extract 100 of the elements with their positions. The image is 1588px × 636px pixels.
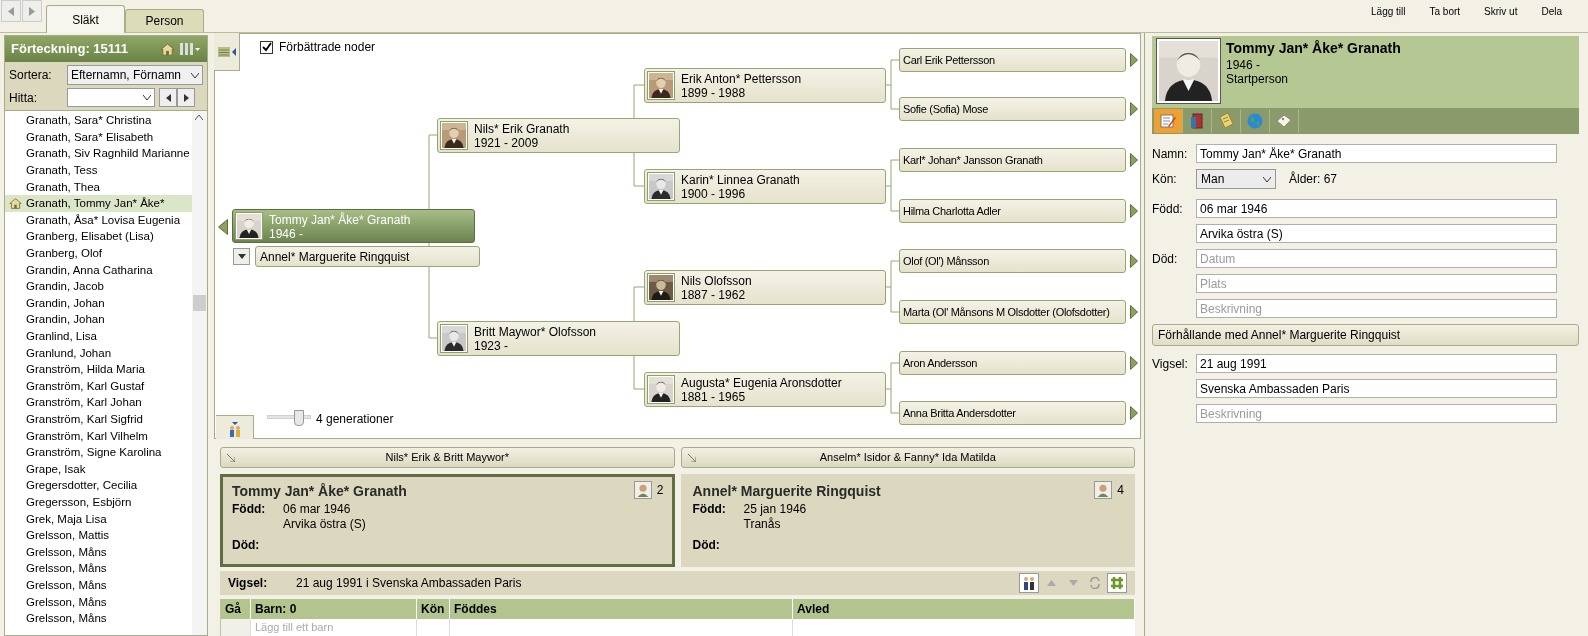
grid-button[interactable] bbox=[1107, 573, 1127, 593]
person-card[interactable]: Tommy Jan* Åke* Granath 2 Född: 06 mar 1946 Arvika östra (S) Död: bbox=[220, 474, 675, 567]
person-list-item[interactable]: Granberg, Olof bbox=[5, 244, 192, 262]
description-field[interactable]: Beskrivning bbox=[1196, 404, 1557, 423]
person-list-item[interactable]: Gregersson, Esbjörn bbox=[5, 493, 192, 511]
person-list-item[interactable]: Granström, Karl Gustaf bbox=[5, 377, 192, 395]
person-list-item[interactable]: Granath, Sara* Christina bbox=[5, 112, 192, 129]
person-node[interactable]: Nils Olofsson 1887 - 1962 bbox=[644, 270, 886, 305]
place-field[interactable]: Arvika östra (S) bbox=[1196, 224, 1557, 243]
person-list-item[interactable]: Grandin, Jacob bbox=[5, 277, 192, 295]
next-button[interactable] bbox=[177, 88, 195, 107]
tab[interactable]: Person bbox=[125, 9, 204, 32]
person-list-item[interactable]: Granström, Hilda Maria bbox=[5, 360, 192, 378]
toolbar-label[interactable]: Lägg till bbox=[1371, 4, 1406, 19]
expand-arrow-icon[interactable] bbox=[1130, 406, 1138, 420]
forward-button[interactable] bbox=[22, 0, 42, 22]
person-list-item[interactable]: Granberg, Elisabet (Lisa) bbox=[5, 228, 192, 245]
person-list-item[interactable]: Granström, Karl Sigfrid bbox=[5, 410, 192, 428]
person-list-item[interactable]: Grelsson, Mattis bbox=[5, 526, 192, 544]
detail-tab[interactable] bbox=[1154, 109, 1183, 133]
side-tab[interactable] bbox=[214, 33, 240, 71]
person-list-item[interactable]: Granath, Åsa* Lovisa Eugenia bbox=[5, 211, 192, 229]
expand-arrow-icon[interactable] bbox=[1130, 204, 1138, 218]
person-list-item[interactable]: Grek, Maja Lisa bbox=[5, 510, 192, 527]
person-list-item[interactable]: Gregersdotter, Cecilia bbox=[5, 477, 192, 494]
person-list-item[interactable]: Granström, Signe Karolina bbox=[5, 443, 192, 461]
person-node[interactable]: Augusta* Eugenia Aronsdotter 1881 - 1965 bbox=[644, 372, 886, 407]
family-view-tab[interactable] bbox=[216, 415, 254, 439]
person-card[interactable]: Annel* Marguerite Ringquist 4 Född: 25 jan 1946 Tranås Död: bbox=[680, 474, 1135, 567]
find-field[interactable] bbox=[67, 88, 155, 107]
person-list-item[interactable]: Grandin, Johan bbox=[5, 311, 192, 328]
checkbox[interactable] bbox=[260, 40, 273, 54]
person-list-item[interactable]: Grelsson, Måns bbox=[5, 593, 192, 610]
scrollbar[interactable] bbox=[192, 111, 207, 635]
person-list-item[interactable]: Granlund, Johan bbox=[5, 344, 192, 361]
expand-arrow-icon[interactable] bbox=[1130, 102, 1138, 116]
person-node[interactable]: Nils* Erik Granath 1921 - 2009 bbox=[437, 118, 680, 153]
gender-dropdown[interactable]: Man bbox=[1196, 169, 1276, 189]
expand-left-arrow-icon[interactable] bbox=[218, 219, 228, 235]
ancestor-node[interactable]: Karl* Johan* Jansson Granath bbox=[899, 148, 1126, 172]
enhanced-nodes-checkbox[interactable]: Förbättrade noder bbox=[260, 38, 376, 56]
person-icon[interactable] bbox=[633, 481, 652, 499]
toolbar-label[interactable]: Skriv ut bbox=[1484, 4, 1518, 19]
person-icon[interactable] bbox=[1094, 481, 1113, 499]
person-list-item[interactable]: Grape, Isak bbox=[5, 460, 192, 478]
birth-date: 25 jan 1946 bbox=[743, 502, 807, 517]
relationship-bar[interactable]: Förhållande med Annel* Marguerite Ringquist bbox=[1152, 324, 1579, 346]
ancestor-node[interactable]: Aron Andersson bbox=[899, 351, 1126, 375]
ancestor-node[interactable]: Carl Erik Pettersson bbox=[899, 48, 1126, 72]
date-field[interactable]: 06 mar 1946 bbox=[1196, 199, 1557, 218]
columns-icon[interactable] bbox=[179, 42, 201, 56]
parents-button[interactable]: Anselm* Isidor & Fanny* Ida Matilda bbox=[680, 447, 1135, 468]
person-list-item[interactable]: Granström, Karl Johan bbox=[5, 394, 192, 411]
person-list-item[interactable]: Granath, Thea bbox=[5, 178, 192, 195]
person-list-item[interactable]: Grandin, Johan bbox=[5, 294, 192, 312]
scroll-thumb[interactable] bbox=[193, 295, 206, 311]
scroll-up-icon[interactable] bbox=[195, 115, 203, 120]
spouse-node[interactable]: Annel* Marguerite Ringquist bbox=[255, 246, 480, 267]
person-list-item[interactable]: Grandin, Anna Catharina bbox=[5, 261, 192, 278]
expand-arrow-icon[interactable] bbox=[1130, 153, 1138, 167]
person-node[interactable]: Erik Anton* Pettersson 1899 - 1988 bbox=[644, 68, 886, 103]
person-list-item[interactable]: Granath, Tess bbox=[5, 161, 192, 179]
expand-arrow-icon[interactable] bbox=[1130, 356, 1138, 370]
person-list-item[interactable]: Granath, Sara* Elisabeth bbox=[5, 128, 192, 146]
toolbar-label[interactable]: Dela bbox=[1541, 4, 1562, 19]
sort-dropdown[interactable]: Efternamn, Förnamn bbox=[67, 65, 203, 85]
date-field[interactable]: 21 aug 1991 bbox=[1196, 354, 1557, 373]
parents-button[interactable]: Nils* Erik & Britt Maywor* bbox=[220, 447, 675, 468]
spouse-dropdown-button[interactable] bbox=[233, 248, 250, 265]
ancestor-node[interactable]: Olof (Ol') Månsson bbox=[899, 249, 1126, 273]
person-list-item[interactable]: Granath, Tommy Jan* Åke* bbox=[5, 194, 192, 212]
person-node[interactable]: Karin* Linnea Granath 1900 - 1996 bbox=[644, 169, 886, 204]
ancestor-node[interactable]: Anna Britta Andersdotter bbox=[899, 401, 1126, 425]
ancestor-node[interactable]: Sofie (Sofia) Mose bbox=[899, 97, 1126, 121]
slider-thumb[interactable] bbox=[294, 410, 305, 426]
previous-button[interactable] bbox=[159, 88, 177, 107]
ancestor-node[interactable]: Hilma Charlotta Adler bbox=[899, 199, 1126, 223]
place-field[interactable]: Svenska Ambassaden Paris bbox=[1196, 379, 1557, 398]
toolbar-label[interactable]: Ta bort bbox=[1429, 4, 1461, 19]
expand-arrow-icon[interactable] bbox=[1130, 254, 1138, 268]
person-list-item[interactable]: Granath, Siv Ragnhild Marianne bbox=[5, 145, 192, 162]
tab[interactable]: Släkt bbox=[46, 5, 125, 33]
person-list-item[interactable]: Granström, Karl Vilhelm bbox=[5, 427, 192, 444]
date-field[interactable]: Datum bbox=[1196, 249, 1557, 268]
person-name: Tommy Jan* Åke* Granath bbox=[269, 213, 411, 227]
couple-button[interactable] bbox=[1019, 573, 1039, 593]
place-field[interactable]: Plats bbox=[1196, 274, 1557, 293]
back-button[interactable] bbox=[1, 0, 21, 22]
person-list-item[interactable]: Grelsson, Måns bbox=[5, 576, 192, 594]
person-list-item[interactable]: Granlind, Lisa bbox=[5, 327, 192, 345]
person-node[interactable]: Britt Maywor* Olofsson 1923 - bbox=[437, 321, 680, 356]
expand-arrow-icon[interactable] bbox=[1130, 305, 1138, 319]
person-list-item[interactable]: Grelsson, Måns bbox=[5, 543, 192, 561]
expand-arrow-icon[interactable] bbox=[1130, 53, 1138, 67]
ancestor-node[interactable]: Marta (Ol' Månsons M Olsdotter (Olofsdotter) bbox=[899, 300, 1126, 324]
life-years: 1923 - bbox=[474, 339, 510, 353]
name-field[interactable]: Tommy Jan* Åke* Granath bbox=[1196, 144, 1557, 163]
person-list-item[interactable]: Grelsson, Måns bbox=[5, 609, 192, 627]
person-list-item[interactable]: Grelsson, Måns bbox=[5, 560, 192, 577]
description-field[interactable]: Beskrivning bbox=[1196, 299, 1557, 318]
